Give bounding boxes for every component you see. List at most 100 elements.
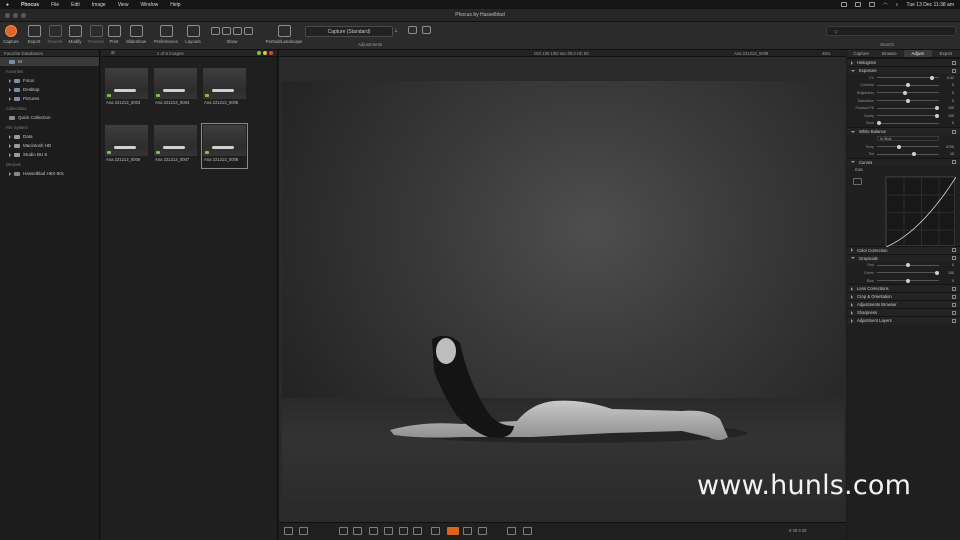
paste-adjust-button[interactable] <box>421 26 431 36</box>
slider-value[interactable]: 4700 <box>939 145 954 149</box>
tool-enable-checkbox[interactable] <box>952 286 956 291</box>
slider-knob[interactable] <box>903 90 908 95</box>
tool-header[interactable]: White Balance <box>847 127 960 136</box>
portrait-landscape-button[interactable]: Portrait/Landscape <box>262 25 306 44</box>
tool-header[interactable]: Curves <box>847 157 960 166</box>
info-icon[interactable]: ⇣ <box>392 28 400 34</box>
slider-track[interactable] <box>877 144 939 149</box>
thumbnail[interactable]: Ana 221213_0007 <box>153 124 198 168</box>
fit-icon[interactable] <box>299 527 308 535</box>
label-yellow-filter[interactable] <box>263 51 267 55</box>
wb-preset-dropdown[interactable]: In Shot <box>877 136 939 142</box>
grid-overlay-icon[interactable] <box>463 527 472 535</box>
tool-enable-checkbox[interactable] <box>952 160 956 165</box>
slider-value[interactable]: 0 <box>939 263 954 267</box>
disclosure-icon[interactable] <box>851 302 853 307</box>
menu-window[interactable]: Window <box>140 2 158 8</box>
slider-track[interactable] <box>877 98 939 103</box>
slider-knob[interactable] <box>906 83 910 88</box>
curves-channel-dropdown[interactable]: RGB <box>855 168 863 172</box>
show-viewer-icon[interactable] <box>233 27 242 35</box>
slider-track[interactable] <box>877 113 939 118</box>
menu-app[interactable]: Phocus <box>21 2 39 8</box>
disclosure-icon[interactable] <box>851 286 853 291</box>
slider-knob[interactable] <box>930 75 935 80</box>
browser-item-desktop[interactable]: Desktop <box>0 85 99 94</box>
search-menubar-icon[interactable]: ⌕ <box>896 2 899 8</box>
tab-adjust[interactable]: Adjust <box>903 50 932 57</box>
slider-track[interactable] <box>877 90 939 95</box>
tool-enable-checkbox[interactable] <box>952 68 956 73</box>
slider-track[interactable] <box>877 75 939 80</box>
thumbnail-selected[interactable]: Ana 221213_0008 <box>201 123 248 169</box>
next-image-icon[interactable] <box>523 527 532 535</box>
slider-track[interactable] <box>877 152 939 157</box>
tool-enable-checkbox[interactable] <box>952 129 956 134</box>
browser-item-fotos[interactable]: Fotos <box>0 76 99 85</box>
slider-value[interactable]: 100 <box>939 271 954 275</box>
tool-enable-checkbox[interactable] <box>952 310 956 315</box>
print-button[interactable]: Print <box>107 25 121 44</box>
disclosure-icon[interactable] <box>851 130 855 133</box>
slider-value[interactable]: 0.42 <box>939 76 954 80</box>
tool-header[interactable]: Sharpness <box>847 308 960 317</box>
tool-header[interactable]: Lens Corrections <box>847 284 960 293</box>
slider-value[interactable]: 0 <box>939 91 954 95</box>
thumbnail[interactable]: Ana 221213_0006 <box>104 124 149 168</box>
menu-image[interactable]: Image <box>92 2 106 8</box>
camera-icon[interactable] <box>855 2 862 7</box>
disclosure-icon[interactable] <box>851 161 855 164</box>
browser-item-data[interactable]: Data <box>0 132 99 141</box>
mask-icon[interactable] <box>478 527 487 535</box>
close-window-button[interactable] <box>5 13 10 18</box>
menu-edit[interactable]: Edit <box>71 2 80 8</box>
export-button[interactable]: Export <box>25 25 43 44</box>
process-button[interactable]: Process <box>87 25 105 44</box>
disclosure-icon[interactable] <box>851 257 855 260</box>
slider-track[interactable] <box>877 263 939 268</box>
search-input[interactable]: Q <box>826 26 956 36</box>
curve-graph[interactable] <box>885 175 957 247</box>
thumbnail[interactable]: Ana 221213_0004 <box>153 67 198 111</box>
slider-knob[interactable] <box>935 113 939 118</box>
disclosure-icon[interactable] <box>9 134 11 139</box>
browser-item-quick-collection[interactable]: Quick Collection <box>0 113 99 122</box>
slider-knob[interactable] <box>906 263 910 268</box>
zoom-tool-icon[interactable] <box>413 527 422 535</box>
disclosure-icon[interactable] <box>851 294 853 299</box>
pan-icon[interactable] <box>399 527 408 535</box>
minimize-window-button[interactable] <box>13 13 18 18</box>
disclosure-icon[interactable] <box>851 248 853 253</box>
slideshow-button[interactable]: Slideshow <box>124 25 148 44</box>
disclosure-icon[interactable] <box>851 60 853 65</box>
slider-knob[interactable] <box>877 121 881 126</box>
tool-enable-checkbox[interactable] <box>952 256 956 261</box>
browser-item-studio-bu[interactable]: Studio BU 8 <box>0 150 99 159</box>
compare-icon[interactable] <box>284 527 293 535</box>
slider-knob[interactable] <box>935 270 939 275</box>
database-item[interactable]: M <box>0 57 99 66</box>
tab-browse[interactable]: Browse <box>875 50 903 57</box>
keystone-icon[interactable] <box>369 527 378 535</box>
browser-item-camera[interactable]: Hasselblad H6X-50c <box>0 169 99 178</box>
slider-track[interactable] <box>877 106 939 111</box>
label-red-filter[interactable] <box>269 51 273 55</box>
slider-value[interactable]: 0 <box>939 279 954 283</box>
browser-item-macintosh-hd[interactable]: Macintosh HD <box>0 141 99 150</box>
tool-header[interactable]: Grayscale <box>847 253 960 262</box>
menu-file[interactable]: File <box>51 2 59 8</box>
tool-enable-checkbox[interactable] <box>952 294 956 299</box>
slider-track[interactable] <box>877 83 939 88</box>
curve-eyedropper-icon[interactable] <box>853 177 862 185</box>
grid-view-icon[interactable]: ⊞ <box>111 50 115 56</box>
rework-button[interactable]: Rework <box>46 25 64 44</box>
slider-track[interactable] <box>877 121 939 126</box>
disclosure-icon[interactable] <box>851 69 855 72</box>
tool-header[interactable]: Histogram <box>847 58 960 66</box>
battery-icon[interactable] <box>869 2 876 7</box>
tool-enable-checkbox[interactable] <box>952 302 956 307</box>
slider-knob[interactable] <box>906 98 910 103</box>
show-thumbs-icon[interactable] <box>222 27 231 35</box>
preferences-button[interactable]: Preferences <box>152 25 180 44</box>
eyedropper-icon[interactable] <box>384 527 393 535</box>
